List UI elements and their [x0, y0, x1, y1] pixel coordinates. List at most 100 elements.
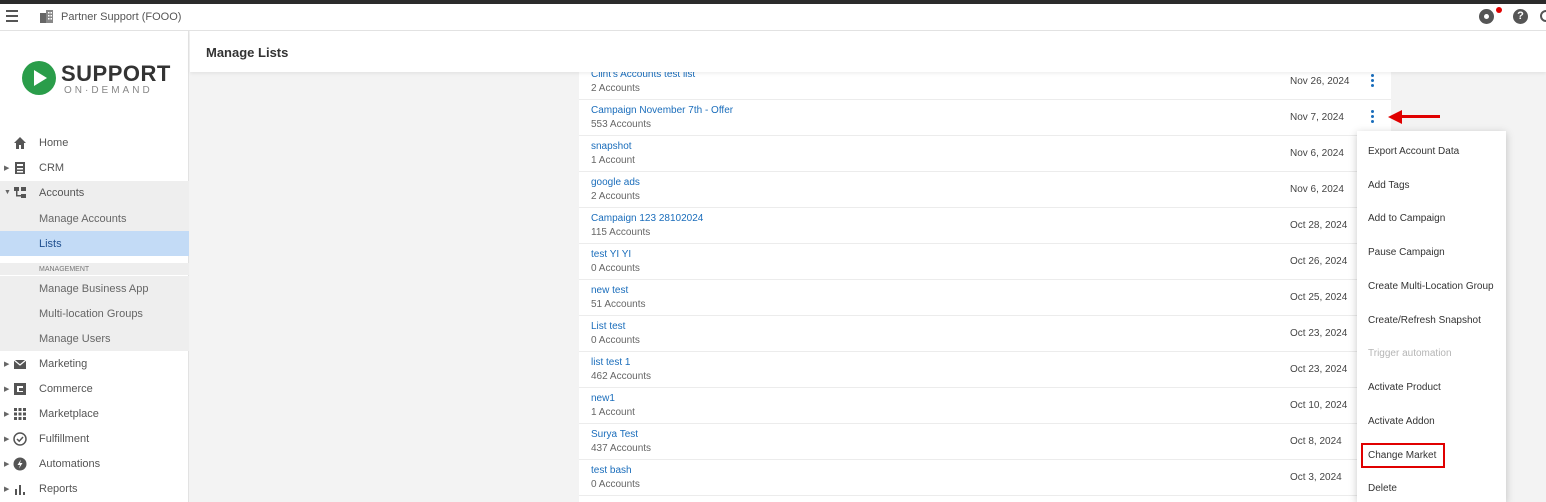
sidebar-item-label: Reports [39, 483, 78, 495]
list-account-count: 553 Accounts [591, 119, 652, 130]
list-name-link[interactable]: list test 1 [591, 357, 630, 368]
sidebar-item-commerce[interactable]: ▶ Commerce [0, 377, 189, 402]
menu-item-activate-addon[interactable]: Activate Addon [1357, 403, 1506, 437]
partner-name[interactable]: Partner Support (FOOO) [61, 11, 181, 23]
table-row[interactable]: Clint's Accounts test list 2 Accounts No… [579, 72, 1391, 100]
table-row[interactable]: list test 1 462 Accounts Oct 23, 2024 [579, 352, 1391, 388]
menu-item-change-market[interactable]: Change Market [1357, 437, 1506, 471]
menu-item-label: Add to Campaign [1368, 213, 1446, 224]
chevron-right-icon: ▶ [4, 436, 10, 443]
chevron-down-icon: ▼ [4, 189, 11, 196]
sidebar-item-label: Manage Accounts [39, 213, 127, 225]
settings-gear-icon[interactable] [1479, 9, 1494, 24]
list-name-link[interactable]: Clint's Accounts test list [591, 72, 695, 80]
list-name-link[interactable]: test YI YI [591, 249, 631, 260]
table-row[interactable]: google ads 2 Accounts Nov 6, 2024 [579, 172, 1391, 208]
hamburger-menu-icon[interactable] [6, 10, 18, 22]
account-menu-icon[interactable] [1540, 10, 1546, 22]
list-account-count: 1 Account [591, 407, 635, 418]
list-name-link[interactable]: test bash [591, 465, 632, 476]
sidebar-item-manage-accounts[interactable]: Manage Accounts [0, 206, 189, 231]
chevron-right-icon: ▶ [4, 165, 10, 172]
menu-item-delete[interactable]: Delete [1357, 470, 1506, 502]
page-header: Manage Lists [190, 31, 1546, 72]
menu-item-create-refresh-snapshot[interactable]: Create/Refresh Snapshot [1357, 302, 1506, 336]
list-name-link[interactable]: List test [591, 321, 625, 332]
sidebar: SUPPORT ON·DEMAND Home ▶ CRM ▼ Accounts … [0, 31, 189, 502]
sidebar-item-manage-users[interactable]: Manage Users [0, 326, 189, 351]
sidebar-item-marketplace[interactable]: ▶ Marketplace [0, 402, 189, 427]
list-name-link[interactable]: Surya Test [591, 429, 638, 440]
list-name-link[interactable]: snapshot [591, 141, 632, 152]
commerce-icon [14, 383, 26, 395]
menu-item-add-to-campaign[interactable]: Add to Campaign [1357, 200, 1506, 234]
chevron-right-icon: ▶ [4, 361, 10, 368]
menu-item-label: Pause Campaign [1368, 247, 1445, 258]
list-date: Oct 8, 2024 [1290, 436, 1342, 447]
sidebar-item-home[interactable]: Home [0, 131, 189, 156]
list-name-link[interactable]: new1 [591, 393, 615, 404]
section-heading: MANAGEMENT [39, 266, 90, 273]
menu-item-export-account-data[interactable]: Export Account Data [1357, 133, 1506, 167]
sidebar-item-label: Home [39, 137, 69, 149]
sidebar-item-automations[interactable]: ▶ Automations [0, 452, 189, 477]
table-row[interactable]: snapshot 1 Account Nov 6, 2024 [579, 136, 1391, 172]
table-row[interactable]: new test 51 Accounts Oct 25, 2024 [579, 280, 1391, 316]
menu-item-create-multi-location-group[interactable]: Create Multi-Location Group [1357, 268, 1506, 302]
list-date: Oct 10, 2024 [1290, 400, 1348, 411]
list-date: Nov 6, 2024 [1290, 148, 1344, 159]
check-circle-icon [13, 432, 27, 446]
list-name-link[interactable]: Campaign 123 28102024 [591, 213, 703, 224]
table-row[interactable]: Campaign 123 28102024 115 Accounts Oct 2… [579, 208, 1391, 244]
bar-chart-icon [15, 485, 25, 495]
sidebar-item-marketing[interactable]: ▶ Marketing [0, 352, 189, 377]
lists-table: Clint's Accounts test list 2 Accounts No… [579, 72, 1391, 502]
sidebar-item-label: CRM [39, 162, 65, 174]
menu-item-label: Export Account Data [1368, 146, 1460, 157]
play-logo-icon [22, 61, 56, 95]
sidebar-item-reports[interactable]: ▶ Reports [0, 477, 189, 502]
row-actions-kebab-icon[interactable] [1368, 110, 1376, 126]
home-icon [14, 137, 26, 149]
table-row[interactable]: List test 0 Accounts Oct 23, 2024 [579, 316, 1391, 352]
table-row[interactable]: Surya Test 437 Accounts Oct 8, 2024 [579, 424, 1391, 460]
menu-item-activate-product[interactable]: Activate Product [1357, 369, 1506, 403]
table-row[interactable]: new1 1 Account Oct 10, 2024 [579, 388, 1391, 424]
menu-item-trigger-automation: Trigger automation [1357, 335, 1506, 369]
sidebar-item-crm[interactable]: ▶ CRM [0, 156, 189, 181]
list-account-count: 437 Accounts [591, 443, 652, 454]
list-name-link[interactable]: Campaign November 7th - Offer [591, 105, 733, 116]
sidebar-item-label: Multi-location Groups [39, 308, 143, 320]
list-account-count: 115 Accounts [591, 227, 651, 238]
list-name-link[interactable]: new test [591, 285, 628, 296]
table-row[interactable]: test bash 0 Accounts Oct 3, 2024 [579, 460, 1391, 496]
chevron-right-icon: ▶ [4, 411, 10, 418]
support-on-demand-logo[interactable]: SUPPORT ON·DEMAND [22, 61, 172, 101]
list-date: Oct 3, 2024 [1290, 472, 1342, 483]
list-date: Oct 23, 2024 [1290, 328, 1348, 339]
notification-dot [1496, 7, 1502, 13]
sidebar-item-fulfillment[interactable]: ▶ Fulfillment [0, 427, 189, 452]
sidebar-item-multi-location-groups[interactable]: Multi-location Groups [0, 301, 189, 326]
sidebar-item-label: Manage Business App [39, 283, 149, 295]
row-actions-kebab-icon[interactable] [1368, 74, 1376, 90]
list-date: Oct 28, 2024 [1290, 220, 1348, 231]
accounts-icon [14, 187, 26, 198]
list-account-count: 1 Account [591, 155, 635, 166]
menu-item-pause-campaign[interactable]: Pause Campaign [1357, 234, 1506, 268]
sidebar-item-label: Marketplace [39, 408, 99, 420]
sidebar-item-accounts[interactable]: ▼ Accounts [0, 181, 189, 206]
table-row[interactable]: Campaign November 7th - Offer 553 Accoun… [579, 100, 1391, 136]
sidebar-item-manage-business-app[interactable]: Manage Business App [0, 276, 189, 301]
help-icon[interactable]: ? [1513, 9, 1528, 24]
crm-icon [15, 162, 25, 174]
sidebar-item-lists[interactable]: Lists [0, 231, 189, 256]
chevron-right-icon: ▶ [4, 486, 10, 493]
list-account-count: 2 Accounts [591, 191, 640, 202]
table-row[interactable]: test YI YI 0 Accounts Oct 26, 2024 [579, 244, 1391, 280]
chevron-right-icon: ▶ [4, 461, 10, 468]
logo-main-text: SUPPORT [61, 61, 171, 86]
menu-item-add-tags[interactable]: Add Tags [1357, 167, 1506, 201]
building-icon [40, 10, 53, 23]
list-name-link[interactable]: google ads [591, 177, 640, 188]
